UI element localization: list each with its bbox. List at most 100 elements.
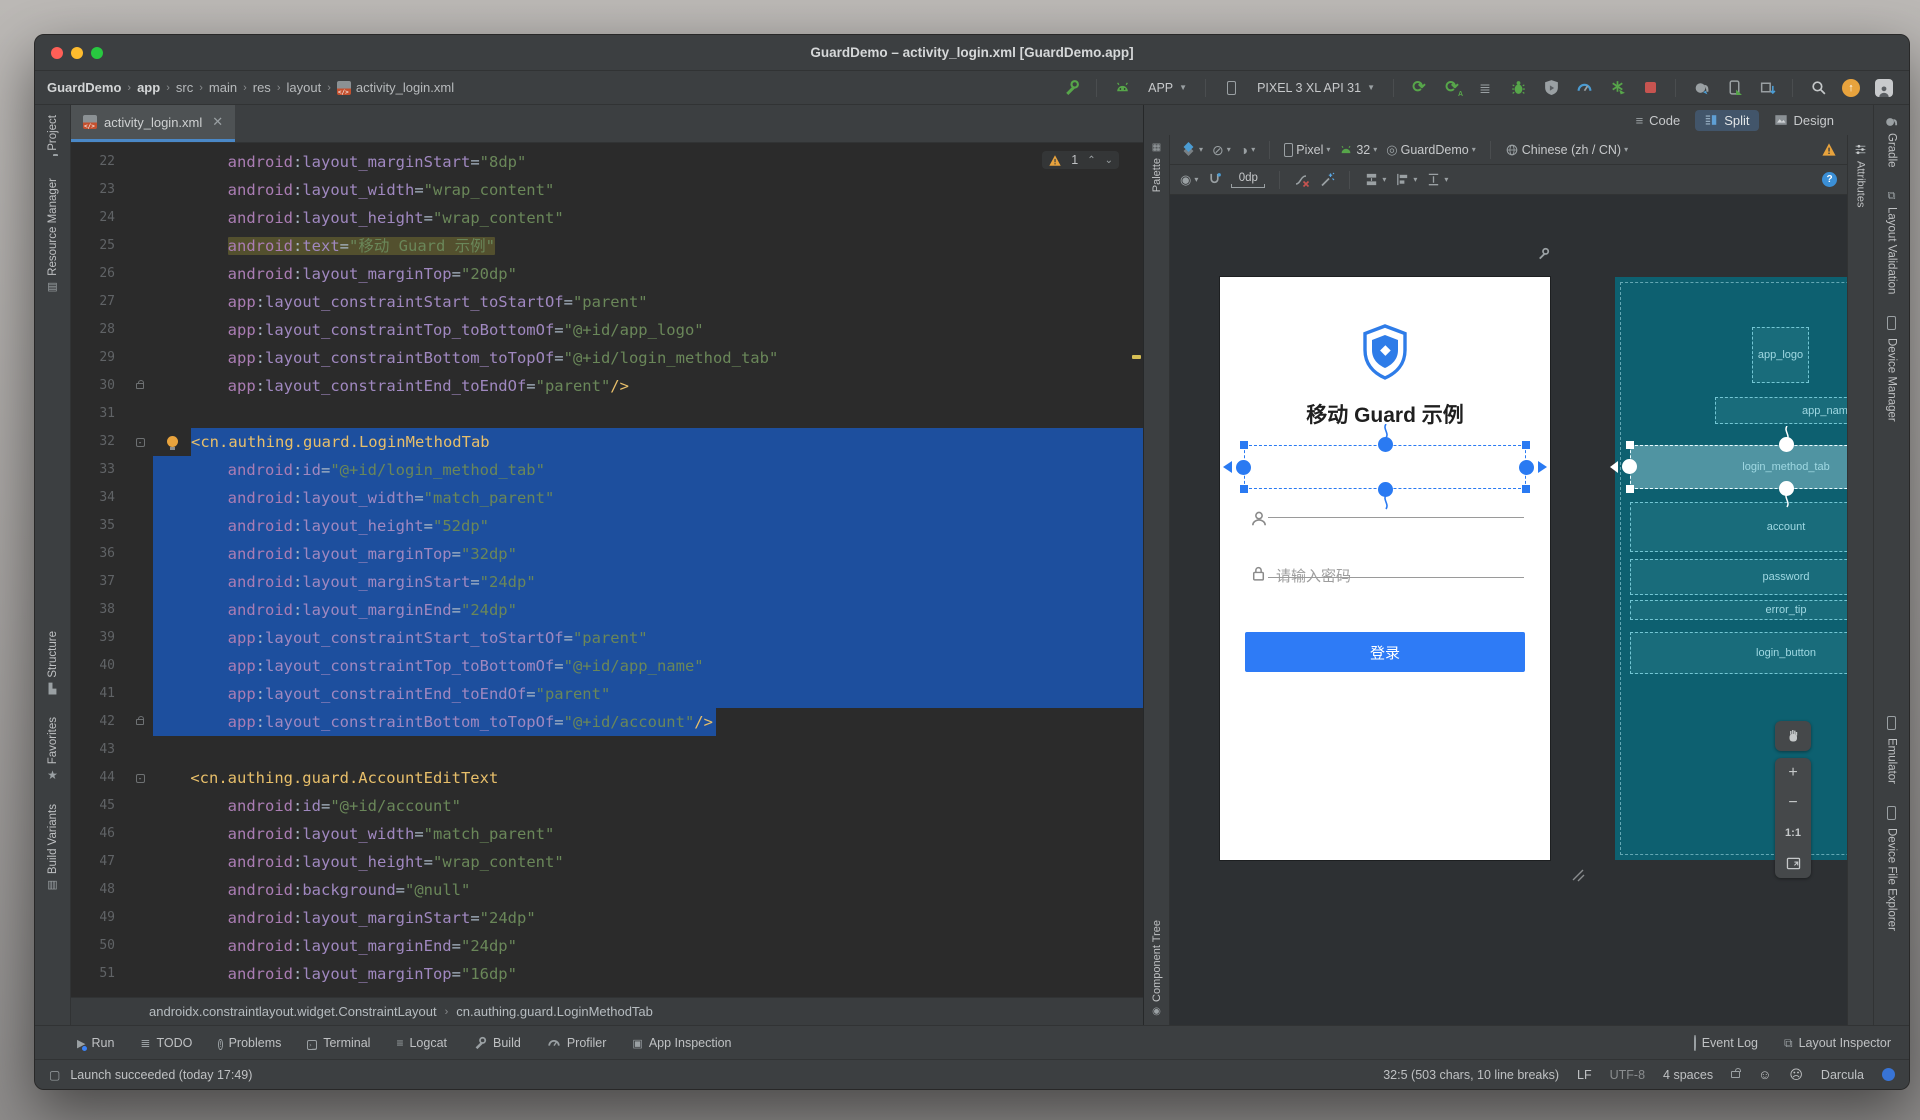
rerun-icon[interactable]: ⟳ <box>1406 76 1432 100</box>
align-selector[interactable]: ▾ <box>1395 172 1417 187</box>
tool-window-button-build[interactable]: Build <box>473 1036 521 1050</box>
preview-device-selector[interactable]: Pixel ▾ <box>1284 142 1330 157</box>
attributes-tab[interactable]: Attributes <box>1848 143 1873 207</box>
constraint-anchor-top[interactable] <box>1378 437 1393 452</box>
stop-icon[interactable] <box>1637 76 1663 100</box>
debug-icon[interactable] <box>1505 76 1531 100</box>
minimize-window-button[interactable] <box>71 46 83 59</box>
code-line[interactable]: 50 android:layout_marginEnd="24dp" <box>71 932 1143 960</box>
blueprint-box-error-tip[interactable]: error_tip <box>1630 600 1847 620</box>
code-line[interactable]: 25 android:text="移动 Guard 示例" <box>71 232 1143 260</box>
locale-selector[interactable]: Chinese (zh / CN) ▾ <box>1505 143 1628 157</box>
code-line[interactable]: 37 android:layout_marginStart="24dp" <box>71 568 1143 596</box>
blueprint-constraint-anchor-left[interactable] <box>1622 459 1637 474</box>
blueprint-box-login-method-tab[interactable]: login_method_tab <box>1630 445 1847 489</box>
lock-gutter-icon[interactable] <box>127 372 153 400</box>
tool-window-tab-project[interactable]: Project <box>47 115 59 156</box>
build-hammer-icon[interactable] <box>1058 76 1084 100</box>
zoom-actual-size-button[interactable]: 1:1 <box>1775 818 1811 848</box>
autoconnect-toggle[interactable] <box>1207 172 1222 187</box>
password-input-underline[interactable] <box>1268 577 1524 578</box>
login-button[interactable]: 登录 <box>1245 632 1525 672</box>
blueprint-box-app-name[interactable]: app_name <box>1715 397 1847 424</box>
default-margins-selector[interactable]: 0dp <box>1231 172 1266 188</box>
readonly-lock-icon[interactable] <box>1731 1068 1742 1078</box>
apply-code-changes-icon[interactable]: ≣ <box>1472 76 1498 100</box>
theme-selector[interactable]: ◎ GuardDemo ▾ <box>1386 143 1475 157</box>
blueprint-toggle[interactable]: ⊘ ▾ <box>1212 143 1231 157</box>
zoom-in-button[interactable]: + <box>1775 758 1811 788</box>
editor-error-stripe[interactable] <box>1130 143 1143 997</box>
code-line[interactable]: 30 app:layout_constraintEnd_toEndOf="par… <box>71 372 1143 400</box>
tool-window-button-problems[interactable]: ! Problems <box>218 1036 281 1050</box>
blueprint-box-login-button[interactable]: login_button <box>1630 632 1847 674</box>
breadcrumb-constraintlayout[interactable]: androidx.constraintlayout.widget.Constra… <box>149 1004 437 1019</box>
sync-project-icon[interactable] <box>1688 76 1714 100</box>
tool-window-tab-layout-validation[interactable]: ⧉ Layout Validation <box>1886 190 1898 294</box>
tool-window-tab-device-file-explorer[interactable]: Device File Explorer <box>1886 806 1898 931</box>
lock-gutter-icon[interactable] <box>127 708 153 736</box>
code-line[interactable]: 47 android:layout_height="wrap_content" <box>71 848 1143 876</box>
code-line[interactable]: 46 android:layout_width="match_parent" <box>71 820 1143 848</box>
inspection-widget[interactable]: 1 ⌃ ⌄ <box>1042 151 1119 169</box>
indent-setting[interactable]: 4 spaces <box>1663 1068 1713 1082</box>
design-preview[interactable]: 移动 Guard 示例 请输入密码 登录 <box>1220 277 1550 860</box>
constraint-anchor-right[interactable] <box>1519 460 1534 475</box>
sdk-manager-icon[interactable] <box>1754 76 1780 100</box>
code-line[interactable]: 27 app:layout_constraintStart_toStartOf=… <box>71 288 1143 316</box>
blueprint-view[interactable]: app_logo app_name login_method_tabaccount p… <box>1610 277 1847 860</box>
clear-constraints-button[interactable] <box>1294 172 1310 188</box>
code-line[interactable]: 38 android:layout_marginEnd="24dp" <box>71 596 1143 624</box>
code-line[interactable]: 23 android:layout_width="wrap_content" <box>71 176 1143 204</box>
attach-profiler-icon[interactable] <box>1604 76 1630 100</box>
mode-tab-design[interactable]: Design <box>1765 110 1843 131</box>
breadcrumb-item-app[interactable]: app <box>137 80 160 95</box>
intention-bulb-icon[interactable] <box>153 428 191 456</box>
code-line[interactable]: 34 android:layout_width="match_parent" <box>71 484 1143 512</box>
profile-icon[interactable] <box>1571 76 1597 100</box>
component-tree-tab[interactable]: Component Tree ◉ <box>1144 920 1169 1017</box>
tool-window-tab-build-variants[interactable]: Build Variants ▥ <box>47 804 59 891</box>
run-configuration-selector[interactable]: APP ▼ <box>1142 81 1193 95</box>
happy-face-icon[interactable]: ☺ <box>1758 1067 1771 1082</box>
code-line[interactable]: 36 android:layout_marginTop="32dp" <box>71 540 1143 568</box>
caret-position[interactable]: 32:5 (503 chars, 10 line breaks) <box>1383 1068 1559 1082</box>
code-line[interactable]: 44- <cn.authing.guard.AccountEditText <box>71 764 1143 792</box>
tool-window-tab-structure[interactable]: Structure ▙ <box>47 631 59 695</box>
blueprint-box-account[interactable]: account <box>1630 502 1847 552</box>
code-line[interactable]: 39 app:layout_constraintStart_toStartOf=… <box>71 624 1143 652</box>
tool-window-button-todo[interactable]: ≣ TODO <box>140 1036 192 1050</box>
line-separator[interactable]: LF <box>1577 1068 1592 1082</box>
code-line[interactable]: 40 app:layout_constraintTop_toBottomOf="… <box>71 652 1143 680</box>
tool-window-tab-favorites[interactable]: Favorites ★ <box>47 717 59 782</box>
code-line[interactable]: 35 android:layout_height="52dp" <box>71 512 1143 540</box>
code-line[interactable]: 42 app:layout_constraintBottom_toTopOf="… <box>71 708 1143 736</box>
breadcrumb-item-res[interactable]: res <box>253 80 271 95</box>
tool-window-tab-emulator[interactable]: Emulator <box>1886 716 1898 784</box>
close-window-button[interactable] <box>51 46 63 59</box>
infer-constraints-button[interactable] <box>1319 172 1335 188</box>
tool-window-button-profiler[interactable]: Profiler <box>547 1036 606 1050</box>
tool-window-button-run[interactable]: ▶ Run <box>77 1036 114 1052</box>
selection-handle[interactable] <box>1522 485 1530 493</box>
fold-gutter-icon[interactable]: - <box>127 764 153 792</box>
notification-dot-icon[interactable] <box>1882 1068 1895 1081</box>
title-bar[interactable]: GuardDemo – activity_login.xml [GuardDem… <box>35 35 1909 71</box>
constraint-anchor-left[interactable] <box>1236 460 1251 475</box>
sad-face-icon[interactable]: ☹ <box>1789 1067 1803 1083</box>
zoom-to-fit-button[interactable] <box>1775 848 1811 878</box>
mode-tab-code[interactable]: ≡ Code <box>1627 110 1690 131</box>
pack-selector[interactable]: ▾ <box>1364 172 1386 187</box>
pan-hand-button[interactable] <box>1775 721 1811 751</box>
code-line[interactable]: 26 android:layout_marginTop="20dp" <box>71 260 1143 288</box>
code-line[interactable]: 43 <box>71 736 1143 764</box>
render-options-wrench-icon[interactable] <box>1536 247 1550 261</box>
code-line[interactable]: 51 android:layout_marginTop="16dp" <box>71 960 1143 988</box>
account-input-underline[interactable] <box>1268 517 1524 518</box>
breadcrumb-item-guarddemo[interactable]: GuardDemo <box>47 80 121 95</box>
tool-window-tab-device-manager[interactable]: Device Manager <box>1886 315 1898 422</box>
code-line[interactable]: 22 android:layout_marginStart="8dp" <box>71 148 1143 176</box>
render-warning-icon[interactable] <box>1821 142 1837 157</box>
code-line[interactable]: 41 app:layout_constraintEnd_toEndOf="par… <box>71 680 1143 708</box>
blueprint-box-app-logo[interactable]: app_logo <box>1752 327 1809 383</box>
